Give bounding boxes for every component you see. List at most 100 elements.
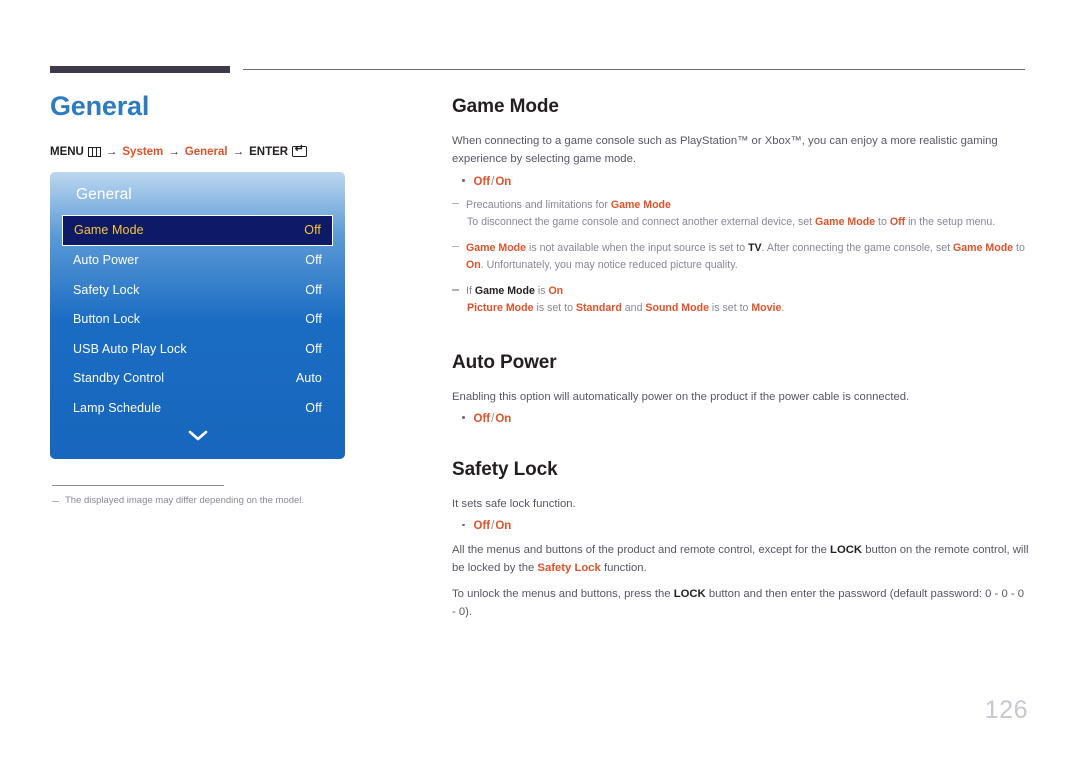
osd-label: Button Lock xyxy=(73,312,141,327)
note2-f: to xyxy=(1013,241,1025,254)
page-number: 126 xyxy=(984,696,1028,724)
option-off: Off xyxy=(473,412,491,425)
osd-scroll-down[interactable] xyxy=(50,423,345,451)
breadcrumb-step-general: General xyxy=(184,145,228,158)
section-title-game-mode: Game Mode xyxy=(452,96,559,117)
game-mode-note-3-sub: Picture Mode is set to Standard and Soun… xyxy=(467,300,1030,317)
note3-sub-h: . xyxy=(781,302,785,315)
sl-p1-e: function. xyxy=(600,562,647,575)
osd-row-button-lock[interactable]: Button Lock Off xyxy=(62,305,333,335)
header-rule-thick xyxy=(50,66,230,73)
footnote-text: The displayed image may differ depending… xyxy=(65,495,305,507)
note1-sub-d: Off xyxy=(889,215,906,228)
note3-sub-a: Picture Mode xyxy=(467,302,534,315)
osd-panel-title: General xyxy=(76,185,132,203)
sl-p1-lock: LOCK xyxy=(830,544,863,557)
osd-row-safety-lock[interactable]: Safety Lock Off xyxy=(62,275,333,305)
note2-b: is not available when the input source i… xyxy=(526,241,749,254)
note1-term: Game Mode xyxy=(610,198,671,211)
note2-a: Game Mode xyxy=(466,241,527,254)
bullet-dot-icon xyxy=(462,523,465,527)
sl-p1-term: Safety Lock xyxy=(537,562,601,575)
sl-p2-a: To unlock the menus and buttons, press t… xyxy=(452,587,674,600)
note1-sub-a: To disconnect the game console and conne… xyxy=(467,215,816,228)
osd-label: Game Mode xyxy=(74,223,144,238)
osd-value: Off xyxy=(305,400,322,415)
osd-value: Off xyxy=(304,223,321,238)
game-mode-intro: When connecting to a game console such a… xyxy=(452,132,1030,169)
note3-sub-c: Standard xyxy=(575,302,622,315)
osd-label: Lamp Schedule xyxy=(73,400,162,415)
game-mode-options: Off/On xyxy=(462,176,1030,188)
note3-sub-f: is set to xyxy=(708,302,752,315)
note3-c: is xyxy=(534,285,549,298)
option-on: On xyxy=(495,412,512,425)
chevron-down-icon xyxy=(188,430,207,440)
option-on: On xyxy=(495,520,512,533)
dash-marker-icon xyxy=(452,289,459,291)
footnote: The displayed image may differ depending… xyxy=(52,495,420,506)
note3-sub-g: Movie xyxy=(751,302,782,315)
breadcrumb-menu-label: MENU xyxy=(50,145,84,158)
osd-label: Standby Control xyxy=(73,371,165,386)
game-mode-note-2: Game Mode is not available when the inpu… xyxy=(452,240,1030,274)
sl-p2-lock: LOCK xyxy=(673,587,706,600)
note2-e: Game Mode xyxy=(953,241,1014,254)
footnote-separator xyxy=(52,484,224,487)
header-rule-thin xyxy=(243,69,1025,70)
osd-value: Auto xyxy=(295,371,322,386)
osd-row-lamp-schedule[interactable]: Lamp Schedule Off xyxy=(62,393,333,423)
osd-row-game-mode[interactable]: Game Mode Off xyxy=(62,214,333,246)
note2-h: . Unfortunately, you may notice reduced … xyxy=(480,259,738,272)
note1-sub-c: to xyxy=(875,215,890,228)
left-column: General MENU → System → General → ENTER … xyxy=(50,91,420,506)
enter-key-icon xyxy=(292,144,308,158)
osd-row-standby-control[interactable]: Standby Control Auto xyxy=(62,364,333,394)
note3-a: If xyxy=(466,285,475,298)
note3-sub-e: Sound Mode xyxy=(645,302,709,315)
note3-sub-d: and xyxy=(621,302,646,315)
section-title-safety-lock: Safety Lock xyxy=(452,458,558,480)
breadcrumb-arrow-2: → xyxy=(168,145,180,158)
osd-value: Off xyxy=(305,341,322,356)
page-title: General xyxy=(50,91,150,121)
dash-marker-icon xyxy=(452,245,459,248)
auto-power-intro: Enabling this option will automatically … xyxy=(452,390,910,403)
note-text: If Game Mode is On xyxy=(466,283,563,300)
bullet-dot-icon xyxy=(462,416,465,419)
sl-p1-a: All the menus and buttons of the product… xyxy=(452,544,831,557)
dash-marker-icon xyxy=(452,202,459,204)
game-mode-note-1: Precautions and limitations for Game Mod… xyxy=(452,197,1030,214)
option-off: Off xyxy=(473,175,491,188)
safety-lock-paragraph-1: All the menus and buttons of the product… xyxy=(452,541,1030,578)
option-on: On xyxy=(495,175,512,188)
game-mode-note-1-sub: To disconnect the game console and conne… xyxy=(467,214,1030,231)
osd-row-usb-auto-play-lock[interactable]: USB Auto Play Lock Off xyxy=(62,334,333,364)
game-mode-intro-line2: selecting game mode. xyxy=(525,153,637,166)
note2-d: . After connecting the game console, set xyxy=(761,241,954,254)
dash-marker-icon xyxy=(52,501,59,503)
note3-sub-b: is set to xyxy=(533,302,576,315)
safety-lock-paragraph-2: To unlock the menus and buttons, press t… xyxy=(452,585,1030,622)
osd-value: Off xyxy=(305,282,322,297)
note1-prefix: Precautions and limitations for xyxy=(466,198,611,211)
safety-lock-options: Off/On xyxy=(462,520,1030,532)
breadcrumb: MENU → System → General → ENTER xyxy=(50,144,420,158)
note-text: Game Mode is not available when the inpu… xyxy=(466,240,1030,274)
game-mode-note-3: If Game Mode is On xyxy=(452,283,1030,300)
section-title-auto-power: Auto Power xyxy=(452,351,557,373)
note-text: Precautions and limitations for Game Mod… xyxy=(466,197,671,214)
note1-sub-b: Game Mode xyxy=(815,215,876,228)
osd-label: USB Auto Play Lock xyxy=(73,341,187,356)
breadcrumb-arrow-1: → xyxy=(105,145,118,158)
osd-row-auto-power[interactable]: Auto Power Off xyxy=(62,246,333,276)
note2-c: TV xyxy=(748,241,762,254)
note2-g: On xyxy=(466,259,481,272)
right-column: Game Mode When connecting to a game cons… xyxy=(452,96,1030,628)
auto-power-options: Off/On xyxy=(462,413,1030,425)
menu-grid-icon xyxy=(87,146,101,157)
osd-value: Off xyxy=(305,253,322,268)
note1-sub-e: in the setup menu. xyxy=(905,215,996,228)
osd-label: Safety Lock xyxy=(73,282,140,297)
breadcrumb-step-system: System xyxy=(122,145,164,158)
